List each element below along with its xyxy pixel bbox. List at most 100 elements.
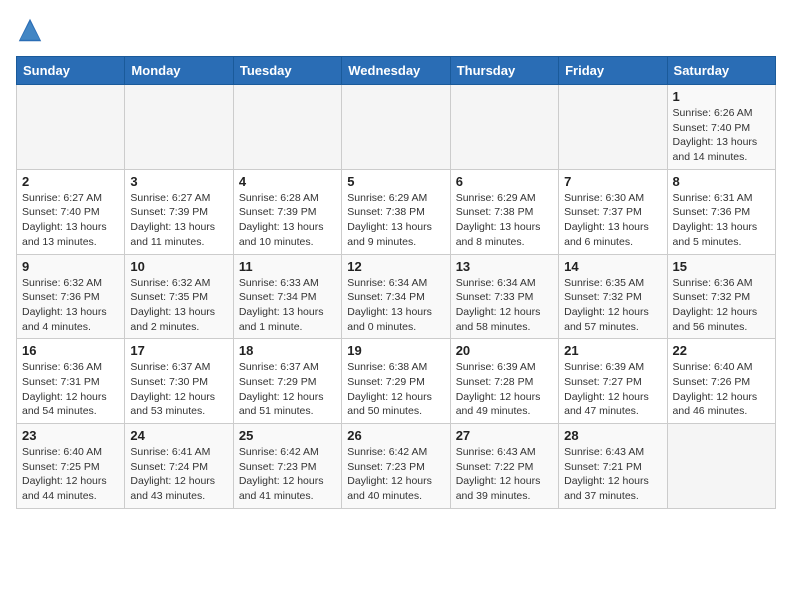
calendar-cell xyxy=(559,85,667,170)
calendar-cell: 18 Sunrise: 6:37 AM Sunset: 7:29 PM Dayli… xyxy=(233,339,341,424)
calendar-cell: 27 Sunrise: 6:43 AM Sunset: 7:22 PM Dayli… xyxy=(450,424,558,509)
calendar-cell: 3 Sunrise: 6:27 AM Sunset: 7:39 PM Daylig… xyxy=(125,169,233,254)
day-info: Sunrise: 6:39 AM Sunset: 7:28 PM Dayligh… xyxy=(456,360,553,419)
calendar-cell: 16 Sunrise: 6:36 AM Sunset: 7:31 PM Dayli… xyxy=(17,339,125,424)
calendar-cell xyxy=(450,85,558,170)
day-info: Sunrise: 6:36 AM Sunset: 7:31 PM Dayligh… xyxy=(22,360,119,419)
day-info: Sunrise: 6:30 AM Sunset: 7:37 PM Dayligh… xyxy=(564,191,661,250)
day-number: 3 xyxy=(130,174,227,189)
calendar-cell: 12 Sunrise: 6:34 AM Sunset: 7:34 PM Dayli… xyxy=(342,254,450,339)
day-info: Sunrise: 6:27 AM Sunset: 7:39 PM Dayligh… xyxy=(130,191,227,250)
day-of-week-header: Wednesday xyxy=(342,57,450,85)
day-info: Sunrise: 6:35 AM Sunset: 7:32 PM Dayligh… xyxy=(564,276,661,335)
day-number: 4 xyxy=(239,174,336,189)
calendar-cell: 17 Sunrise: 6:37 AM Sunset: 7:30 PM Dayli… xyxy=(125,339,233,424)
day-number: 8 xyxy=(673,174,770,189)
calendar-cell: 19 Sunrise: 6:38 AM Sunset: 7:29 PM Dayli… xyxy=(342,339,450,424)
calendar-cell: 23 Sunrise: 6:40 AM Sunset: 7:25 PM Dayli… xyxy=(17,424,125,509)
day-info: Sunrise: 6:29 AM Sunset: 7:38 PM Dayligh… xyxy=(347,191,444,250)
calendar-cell xyxy=(125,85,233,170)
day-number: 21 xyxy=(564,343,661,358)
calendar-cell: 28 Sunrise: 6:43 AM Sunset: 7:21 PM Dayli… xyxy=(559,424,667,509)
day-info: Sunrise: 6:29 AM Sunset: 7:38 PM Dayligh… xyxy=(456,191,553,250)
calendar-cell: 6 Sunrise: 6:29 AM Sunset: 7:38 PM Daylig… xyxy=(450,169,558,254)
day-info: Sunrise: 6:34 AM Sunset: 7:33 PM Dayligh… xyxy=(456,276,553,335)
day-number: 15 xyxy=(673,259,770,274)
day-number: 10 xyxy=(130,259,227,274)
calendar-cell: 11 Sunrise: 6:33 AM Sunset: 7:34 PM Dayli… xyxy=(233,254,341,339)
day-of-week-header: Friday xyxy=(559,57,667,85)
day-number: 13 xyxy=(456,259,553,274)
calendar-cell: 10 Sunrise: 6:32 AM Sunset: 7:35 PM Dayli… xyxy=(125,254,233,339)
day-number: 25 xyxy=(239,428,336,443)
day-info: Sunrise: 6:37 AM Sunset: 7:29 PM Dayligh… xyxy=(239,360,336,419)
day-info: Sunrise: 6:41 AM Sunset: 7:24 PM Dayligh… xyxy=(130,445,227,504)
day-number: 11 xyxy=(239,259,336,274)
day-number: 23 xyxy=(22,428,119,443)
page-header xyxy=(16,16,776,44)
day-info: Sunrise: 6:32 AM Sunset: 7:36 PM Dayligh… xyxy=(22,276,119,335)
day-info: Sunrise: 6:40 AM Sunset: 7:25 PM Dayligh… xyxy=(22,445,119,504)
logo-icon xyxy=(16,16,44,44)
calendar-cell: 2 Sunrise: 6:27 AM Sunset: 7:40 PM Daylig… xyxy=(17,169,125,254)
day-info: Sunrise: 6:39 AM Sunset: 7:27 PM Dayligh… xyxy=(564,360,661,419)
day-info: Sunrise: 6:32 AM Sunset: 7:35 PM Dayligh… xyxy=(130,276,227,335)
day-info: Sunrise: 6:38 AM Sunset: 7:29 PM Dayligh… xyxy=(347,360,444,419)
calendar-cell: 13 Sunrise: 6:34 AM Sunset: 7:33 PM Dayli… xyxy=(450,254,558,339)
day-number: 14 xyxy=(564,259,661,274)
day-info: Sunrise: 6:26 AM Sunset: 7:40 PM Dayligh… xyxy=(673,106,770,165)
day-number: 16 xyxy=(22,343,119,358)
day-of-week-header: Tuesday xyxy=(233,57,341,85)
day-number: 7 xyxy=(564,174,661,189)
day-number: 12 xyxy=(347,259,444,274)
day-info: Sunrise: 6:43 AM Sunset: 7:21 PM Dayligh… xyxy=(564,445,661,504)
day-info: Sunrise: 6:27 AM Sunset: 7:40 PM Dayligh… xyxy=(22,191,119,250)
day-of-week-header: Thursday xyxy=(450,57,558,85)
calendar-cell: 21 Sunrise: 6:39 AM Sunset: 7:27 PM Dayli… xyxy=(559,339,667,424)
day-info: Sunrise: 6:34 AM Sunset: 7:34 PM Dayligh… xyxy=(347,276,444,335)
day-number: 18 xyxy=(239,343,336,358)
day-of-week-header: Monday xyxy=(125,57,233,85)
day-number: 17 xyxy=(130,343,227,358)
day-number: 22 xyxy=(673,343,770,358)
calendar-cell xyxy=(17,85,125,170)
day-number: 2 xyxy=(22,174,119,189)
calendar-cell xyxy=(233,85,341,170)
day-number: 27 xyxy=(456,428,553,443)
calendar-cell: 14 Sunrise: 6:35 AM Sunset: 7:32 PM Dayli… xyxy=(559,254,667,339)
day-info: Sunrise: 6:42 AM Sunset: 7:23 PM Dayligh… xyxy=(239,445,336,504)
calendar-table: SundayMondayTuesdayWednesdayThursdayFrid… xyxy=(16,56,776,509)
day-number: 6 xyxy=(456,174,553,189)
calendar-cell: 26 Sunrise: 6:42 AM Sunset: 7:23 PM Dayli… xyxy=(342,424,450,509)
calendar-cell xyxy=(667,424,775,509)
day-info: Sunrise: 6:28 AM Sunset: 7:39 PM Dayligh… xyxy=(239,191,336,250)
day-number: 1 xyxy=(673,89,770,104)
day-info: Sunrise: 6:36 AM Sunset: 7:32 PM Dayligh… xyxy=(673,276,770,335)
day-number: 26 xyxy=(347,428,444,443)
calendar-cell: 15 Sunrise: 6:36 AM Sunset: 7:32 PM Dayli… xyxy=(667,254,775,339)
day-number: 19 xyxy=(347,343,444,358)
calendar-cell: 1 Sunrise: 6:26 AM Sunset: 7:40 PM Daylig… xyxy=(667,85,775,170)
calendar-cell: 4 Sunrise: 6:28 AM Sunset: 7:39 PM Daylig… xyxy=(233,169,341,254)
calendar-cell: 5 Sunrise: 6:29 AM Sunset: 7:38 PM Daylig… xyxy=(342,169,450,254)
calendar-cell: 8Sunrise: 6:31 AM Sunset: 7:36 PM Daylig… xyxy=(667,169,775,254)
day-info: Sunrise: 6:43 AM Sunset: 7:22 PM Dayligh… xyxy=(456,445,553,504)
day-number: 28 xyxy=(564,428,661,443)
calendar-cell: 25 Sunrise: 6:42 AM Sunset: 7:23 PM Dayli… xyxy=(233,424,341,509)
logo xyxy=(16,16,46,44)
day-info: Sunrise: 6:37 AM Sunset: 7:30 PM Dayligh… xyxy=(130,360,227,419)
day-number: 9 xyxy=(22,259,119,274)
day-number: 5 xyxy=(347,174,444,189)
calendar-cell: 24 Sunrise: 6:41 AM Sunset: 7:24 PM Dayli… xyxy=(125,424,233,509)
calendar-cell: 20 Sunrise: 6:39 AM Sunset: 7:28 PM Dayli… xyxy=(450,339,558,424)
day-of-week-header: Sunday xyxy=(17,57,125,85)
day-info: Sunrise: 6:33 AM Sunset: 7:34 PM Dayligh… xyxy=(239,276,336,335)
day-info: Sunrise: 6:40 AM Sunset: 7:26 PM Dayligh… xyxy=(673,360,770,419)
day-of-week-header: Saturday xyxy=(667,57,775,85)
calendar-cell: 22 Sunrise: 6:40 AM Sunset: 7:26 PM Dayli… xyxy=(667,339,775,424)
calendar-cell xyxy=(342,85,450,170)
day-number: 20 xyxy=(456,343,553,358)
day-number: 24 xyxy=(130,428,227,443)
day-info: Sunrise: 6:42 AM Sunset: 7:23 PM Dayligh… xyxy=(347,445,444,504)
calendar-cell: 9 Sunrise: 6:32 AM Sunset: 7:36 PM Daylig… xyxy=(17,254,125,339)
